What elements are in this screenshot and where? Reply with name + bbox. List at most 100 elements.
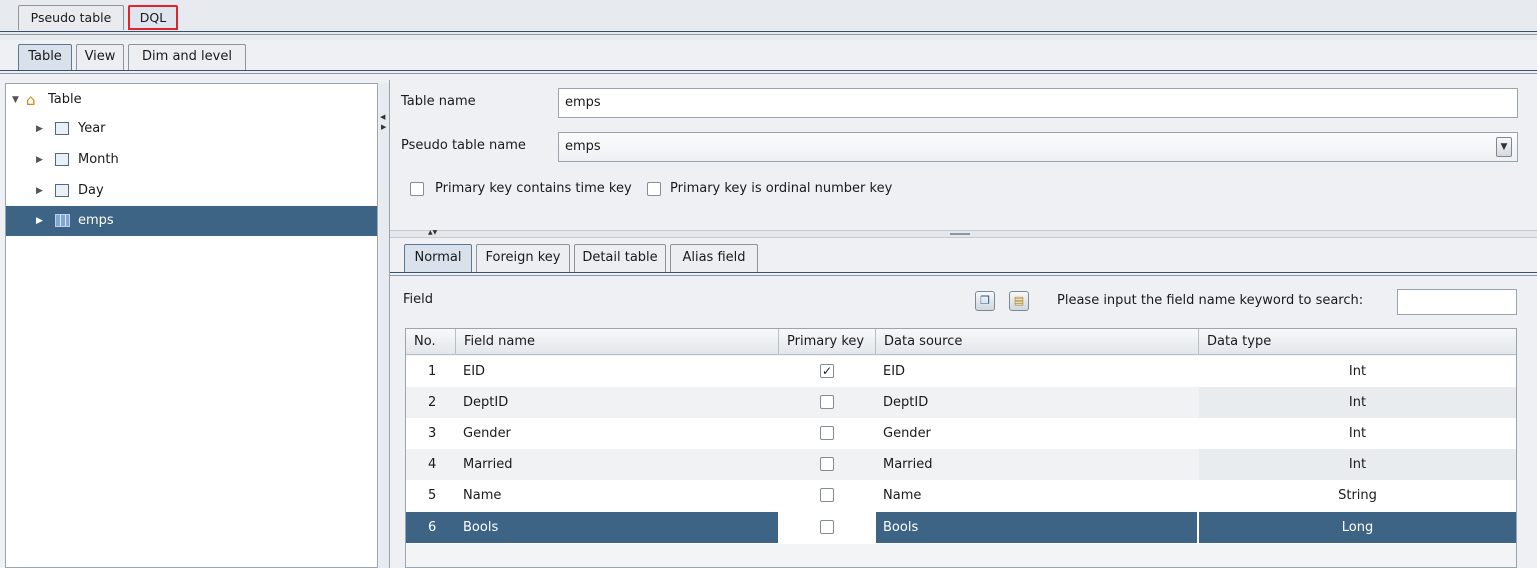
column-header-data-type[interactable]: Data type bbox=[1199, 329, 1516, 355]
tab-detail-table[interactable]: Detail table bbox=[574, 244, 666, 272]
tab-pseudo-table[interactable]: Pseudo table bbox=[18, 5, 124, 30]
dropdown-arrow-icon[interactable]: ▼ bbox=[1496, 137, 1512, 157]
field-name-cell[interactable]: Bools bbox=[463, 512, 498, 543]
primary-key-checkbox[interactable] bbox=[820, 488, 834, 502]
row-number: 4 bbox=[428, 457, 437, 472]
search-label: Please input the field name keyword to s… bbox=[1057, 293, 1364, 308]
column-header-data-source[interactable]: Data source bbox=[876, 329, 1199, 355]
field-name-cell[interactable]: Married bbox=[463, 449, 513, 480]
data-type-cell[interactable]: String bbox=[1199, 480, 1516, 511]
divider bbox=[389, 80, 390, 568]
primary-key-checkbox[interactable] bbox=[820, 426, 834, 440]
expand-down-icon[interactable]: ▼ bbox=[12, 86, 19, 114]
field-name-cell[interactable]: DeptID bbox=[463, 387, 508, 418]
expand-right-icon[interactable]: ▶ bbox=[36, 206, 43, 236]
row-number: 5 bbox=[428, 488, 437, 503]
pseudo-table-name-label: Pseudo table name bbox=[401, 138, 526, 153]
table-icon bbox=[55, 153, 69, 166]
grip-icon bbox=[950, 233, 970, 235]
data-type-cell[interactable]: Int bbox=[1199, 449, 1516, 480]
tab-dql[interactable]: DQL bbox=[128, 5, 178, 30]
divider bbox=[0, 73, 1537, 74]
field-table[interactable]: No. Field name Primary key Data source D… bbox=[405, 328, 1517, 568]
tree-root-label: Table bbox=[48, 92, 82, 107]
horizontal-splitter[interactable]: ▲▼ bbox=[390, 229, 1537, 238]
tab-normal[interactable]: Normal bbox=[404, 244, 472, 272]
grid-table-icon bbox=[55, 214, 70, 227]
tab-table[interactable]: Table bbox=[18, 44, 72, 70]
tree-item-month[interactable]: ▶ Month bbox=[6, 145, 377, 175]
expand-right-icon[interactable]: ▶ bbox=[36, 114, 43, 144]
tab-foreign-key[interactable]: Foreign key bbox=[476, 244, 570, 272]
copy-icon[interactable]: ❐ bbox=[975, 291, 995, 311]
collapse-left-icon[interactable]: ◀ bbox=[380, 113, 385, 121]
home-icon: ⌂ bbox=[26, 91, 36, 109]
tab-dim-and-level[interactable]: Dim and level bbox=[128, 44, 246, 70]
tree-item-year[interactable]: ▶ Year bbox=[6, 114, 377, 144]
data-type-cell[interactable]: Int bbox=[1199, 356, 1516, 387]
pseudo-table-name-value: emps bbox=[565, 139, 601, 154]
data-source-cell[interactable]: EID bbox=[883, 356, 905, 387]
data-type-cell[interactable]: Int bbox=[1199, 387, 1516, 418]
primary-key-checkbox[interactable] bbox=[820, 457, 834, 471]
table-icon bbox=[55, 122, 69, 135]
primary-key-checkbox-checked[interactable]: ✓ bbox=[820, 364, 834, 378]
table-row[interactable]: 2 DeptID DeptID Int bbox=[406, 387, 1516, 418]
ordinal-key-checkbox[interactable] bbox=[647, 182, 661, 196]
data-source-cell[interactable]: Gender bbox=[883, 418, 931, 449]
table-tree[interactable]: ▼ ⌂ Table ▶ Year ▶ Month ▶ Day ▶ emps bbox=[5, 83, 378, 568]
splitter[interactable]: ◀ ▶ bbox=[379, 83, 389, 568]
field-name-cell[interactable]: Name bbox=[463, 480, 501, 511]
row-number: 2 bbox=[428, 395, 437, 410]
column-header-no[interactable]: No. bbox=[406, 329, 456, 355]
divider bbox=[0, 70, 1537, 71]
divider bbox=[390, 275, 1537, 276]
tab-alias-field[interactable]: Alias field bbox=[670, 244, 758, 272]
data-type-cell[interactable]: Int bbox=[1199, 418, 1516, 449]
tree-item-label: emps bbox=[78, 213, 114, 228]
time-key-checkbox[interactable] bbox=[410, 182, 424, 196]
tree-item-emps[interactable]: ▶ emps bbox=[6, 206, 377, 236]
divider bbox=[0, 31, 1537, 32]
primary-key-checkbox[interactable] bbox=[820, 395, 834, 409]
tree-root[interactable]: ▼ ⌂ Table bbox=[6, 86, 377, 114]
table-row-selected[interactable]: 6 Bools Bools Long bbox=[406, 511, 1516, 544]
row-selection-left bbox=[406, 512, 778, 543]
field-name-cell[interactable]: Gender bbox=[463, 418, 511, 449]
column-header-primary-key[interactable]: Primary key bbox=[779, 329, 876, 355]
expand-right-icon[interactable]: ▶ bbox=[36, 145, 43, 175]
tab-view[interactable]: View bbox=[76, 44, 124, 70]
tree-item-label: Day bbox=[78, 183, 104, 198]
table-name-label: Table name bbox=[401, 94, 476, 109]
data-type-cell[interactable]: Long bbox=[1199, 512, 1516, 543]
time-key-label: Primary key contains time key bbox=[435, 181, 632, 196]
paste-icon[interactable]: ▤ bbox=[1009, 291, 1029, 311]
column-header-field-name[interactable]: Field name bbox=[456, 329, 779, 355]
row-number: 3 bbox=[428, 426, 437, 441]
table-row[interactable]: 5 Name Name String bbox=[406, 480, 1516, 511]
divider bbox=[0, 34, 1537, 35]
tree-item-label: Year bbox=[78, 121, 106, 136]
table-row[interactable]: 4 Married Married Int bbox=[406, 449, 1516, 480]
field-section-title: Field bbox=[403, 292, 434, 307]
splitter-arrows-icon[interactable]: ▲▼ bbox=[428, 229, 437, 237]
expand-right-icon[interactable]: ▶ bbox=[36, 176, 43, 206]
tree-item-label: Month bbox=[78, 152, 119, 167]
data-source-cell[interactable]: DeptID bbox=[883, 387, 928, 418]
data-source-cell[interactable]: Married bbox=[883, 449, 933, 480]
ordinal-key-label: Primary key is ordinal number key bbox=[670, 181, 893, 196]
row-number: 6 bbox=[428, 520, 437, 535]
table-row[interactable]: 3 Gender Gender Int bbox=[406, 418, 1516, 449]
data-source-cell[interactable]: Bools bbox=[876, 512, 1197, 543]
tree-item-day[interactable]: ▶ Day bbox=[6, 176, 377, 206]
row-number: 1 bbox=[428, 364, 437, 379]
table-name-input[interactable]: emps bbox=[558, 88, 1518, 118]
field-name-cell[interactable]: EID bbox=[463, 356, 485, 387]
divider bbox=[390, 272, 1537, 273]
table-row[interactable]: 1 EID ✓ EID Int bbox=[406, 356, 1516, 387]
data-source-cell[interactable]: Name bbox=[883, 480, 921, 511]
pseudo-table-name-select[interactable]: emps ▼ bbox=[558, 132, 1518, 162]
primary-key-checkbox[interactable] bbox=[820, 520, 834, 534]
collapse-right-icon[interactable]: ▶ bbox=[381, 123, 386, 131]
field-search-input[interactable] bbox=[1397, 289, 1517, 315]
